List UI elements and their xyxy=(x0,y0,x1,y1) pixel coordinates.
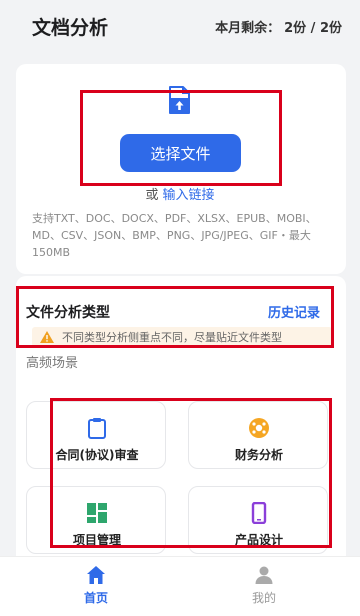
highlight-box-type xyxy=(16,286,334,348)
link-input-row: 或输入链接 xyxy=(0,184,360,203)
header: 文档分析 本月剩余： 2份 / 2份 xyxy=(0,0,360,52)
page-title: 文档分析 xyxy=(32,16,109,39)
tab-home[interactable]: 首页 xyxy=(56,565,136,606)
home-icon xyxy=(87,566,105,584)
tab-home-label: 首页 xyxy=(83,591,108,605)
quota-label: 本月剩余： xyxy=(215,20,281,36)
user-icon xyxy=(255,566,273,584)
quota-value: 2份 / 2份 xyxy=(284,20,342,36)
bottom-tab-bar: 首页 我的 xyxy=(0,556,360,616)
enter-link-button[interactable]: 输入链接 xyxy=(163,188,215,203)
frequent-scenes-label: 高频场景 xyxy=(26,356,79,371)
tab-mine-label: 我的 xyxy=(251,591,276,605)
highlight-box-tiles xyxy=(50,398,332,548)
supported-formats-text: 支持TXT、DOC、DOCX、PDF、XLSX、EPUB、MOBI、MD、CSV… xyxy=(32,212,317,259)
or-text: 或 xyxy=(145,188,159,203)
tab-mine[interactable]: 我的 xyxy=(224,565,304,606)
highlight-box-upload xyxy=(80,90,282,186)
quota-info: 本月剩余： 2份 / 2份 xyxy=(215,17,342,36)
